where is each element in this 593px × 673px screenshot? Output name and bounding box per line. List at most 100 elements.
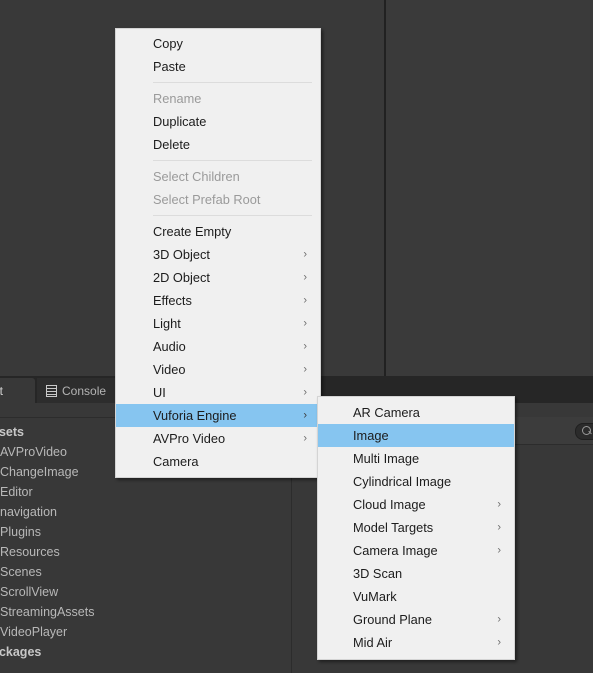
tab-console-label: Console <box>62 383 107 398</box>
tree-item-label: AVProVideo <box>0 445 67 459</box>
menu-item-label: 3D Object <box>153 247 210 262</box>
chevron-right-icon: › <box>497 521 501 533</box>
tab-console[interactable]: Console <box>37 378 123 403</box>
tree-item-label: StreamingAssets <box>0 605 95 619</box>
menu-item-vuforia-engine[interactable]: Vuforia Engine › <box>116 404 320 427</box>
menu-item-label: UI <box>153 385 166 400</box>
tab-project-label: ect <box>0 383 4 398</box>
tree-item-plugins[interactable]: Plugins <box>0 522 291 542</box>
submenu-item-multi-image[interactable]: Multi Image <box>318 447 514 470</box>
menu-separator <box>153 82 312 83</box>
menu-item-select-children: Select Children <box>116 165 320 188</box>
menu-item-audio[interactable]: Audio › <box>116 335 320 358</box>
chevron-right-icon: › <box>303 363 307 375</box>
menu-item-create-empty[interactable]: Create Empty <box>116 220 320 243</box>
menu-item-ui[interactable]: UI › <box>116 381 320 404</box>
menu-item-rename: Rename <box>116 87 320 110</box>
tree-item-navigation[interactable]: navigation <box>0 502 291 522</box>
menu-item-label: Paste <box>153 59 186 74</box>
menu-item-label: Create Empty <box>153 224 232 239</box>
tree-item-scenes[interactable]: Scenes <box>0 562 291 582</box>
menu-item-3d-object[interactable]: 3D Object › <box>116 243 320 266</box>
menu-item-2d-object[interactable]: 2D Object › <box>116 266 320 289</box>
menu-item-copy[interactable]: Copy <box>116 32 320 55</box>
menu-item-delete[interactable]: Delete <box>116 133 320 156</box>
tree-item-label: Plugins <box>0 525 41 539</box>
tree-item-scrollview[interactable]: ScrollView <box>0 582 291 602</box>
submenu-item-label: 3D Scan <box>353 566 403 581</box>
submenu-item-ground-plane[interactable]: Ground Plane › <box>318 608 514 631</box>
chevron-right-icon: › <box>497 636 501 648</box>
menu-item-label: Rename <box>153 91 202 106</box>
tree-item-label: Scenes <box>0 565 42 579</box>
menu-item-label: Video <box>153 362 186 377</box>
menu-item-label: Light <box>153 316 181 331</box>
menu-item-label: AVPro Video <box>153 431 226 446</box>
submenu-item-cloud-image[interactable]: Cloud Image › <box>318 493 514 516</box>
chevron-right-icon: › <box>303 340 307 352</box>
menu-item-label: 2D Object <box>153 270 210 285</box>
menu-item-label: Audio <box>153 339 186 354</box>
submenu-item-3d-scan[interactable]: 3D Scan <box>318 562 514 585</box>
search-input[interactable] <box>575 423 593 440</box>
submenu-item-label: Ground Plane <box>353 612 432 627</box>
tree-item-label: Editor <box>0 485 33 499</box>
chevron-right-icon: › <box>497 544 501 556</box>
vuforia-engine-submenu: AR Camera Image Multi Image Cylindrical … <box>317 396 515 660</box>
tree-item-label: ChangeImage <box>0 465 79 479</box>
chevron-right-icon: › <box>497 613 501 625</box>
tree-item-videoplayer[interactable]: VideoPlayer <box>0 622 291 642</box>
submenu-item-ar-camera[interactable]: AR Camera <box>318 401 514 424</box>
chevron-right-icon: › <box>497 498 501 510</box>
submenu-item-label: Cloud Image <box>353 497 426 512</box>
submenu-item-camera-image[interactable]: Camera Image › <box>318 539 514 562</box>
menu-separator <box>153 215 312 216</box>
submenu-item-label: Image <box>353 428 389 443</box>
menu-item-label: Delete <box>153 137 190 152</box>
tree-item-label: ScrollView <box>0 585 59 599</box>
submenu-item-label: Camera Image <box>353 543 438 558</box>
menu-item-paste[interactable]: Paste <box>116 55 320 78</box>
chevron-right-icon: › <box>303 248 307 260</box>
chevron-right-icon: › <box>303 294 307 306</box>
menu-item-label: Vuforia Engine <box>153 408 237 423</box>
menu-item-light[interactable]: Light › <box>116 312 320 335</box>
submenu-item-model-targets[interactable]: Model Targets › <box>318 516 514 539</box>
chevron-right-icon: › <box>303 432 307 444</box>
tree-item-label: ackages <box>0 645 42 659</box>
tab-project[interactable]: ect <box>0 378 35 403</box>
menu-item-label: Select Prefab Root <box>153 192 261 207</box>
submenu-item-label: Mid Air <box>353 635 393 650</box>
menu-separator <box>153 160 312 161</box>
menu-item-label: Camera <box>153 454 199 469</box>
chevron-right-icon: › <box>303 386 307 398</box>
tree-item-streamingassets[interactable]: StreamingAssets <box>0 602 291 622</box>
chevron-right-icon: › <box>303 317 307 329</box>
tree-item-label: navigation <box>0 505 57 519</box>
console-icon <box>46 384 57 397</box>
menu-item-effects[interactable]: Effects › <box>116 289 320 312</box>
menu-item-avpro-video[interactable]: AVPro Video › <box>116 427 320 450</box>
menu-item-label: Select Children <box>153 169 240 184</box>
submenu-item-label: AR Camera <box>353 405 420 420</box>
submenu-item-label: Multi Image <box>353 451 420 466</box>
menu-item-label: Copy <box>153 36 183 51</box>
menu-item-camera[interactable]: Camera <box>116 450 320 473</box>
tree-item-packages[interactable]: ackages <box>0 642 291 662</box>
submenu-item-vumark[interactable]: VuMark <box>318 585 514 608</box>
game-view-panel[interactable] <box>386 0 593 376</box>
tree-item-label: VideoPlayer <box>0 625 68 639</box>
submenu-item-mid-air[interactable]: Mid Air › <box>318 631 514 654</box>
tree-item-label: Resources <box>0 545 60 559</box>
tree-item-editor[interactable]: Editor <box>0 482 291 502</box>
menu-item-label: Effects <box>153 293 192 308</box>
menu-item-select-prefab-root: Select Prefab Root <box>116 188 320 211</box>
submenu-item-cylindrical-image[interactable]: Cylindrical Image <box>318 470 514 493</box>
submenu-item-image[interactable]: Image <box>318 424 514 447</box>
search-icon <box>582 426 591 435</box>
menu-item-video[interactable]: Video › <box>116 358 320 381</box>
chevron-right-icon: › <box>303 409 307 421</box>
menu-item-duplicate[interactable]: Duplicate <box>116 110 320 133</box>
tree-item-resources[interactable]: Resources <box>0 542 291 562</box>
submenu-item-label: VuMark <box>353 589 397 604</box>
